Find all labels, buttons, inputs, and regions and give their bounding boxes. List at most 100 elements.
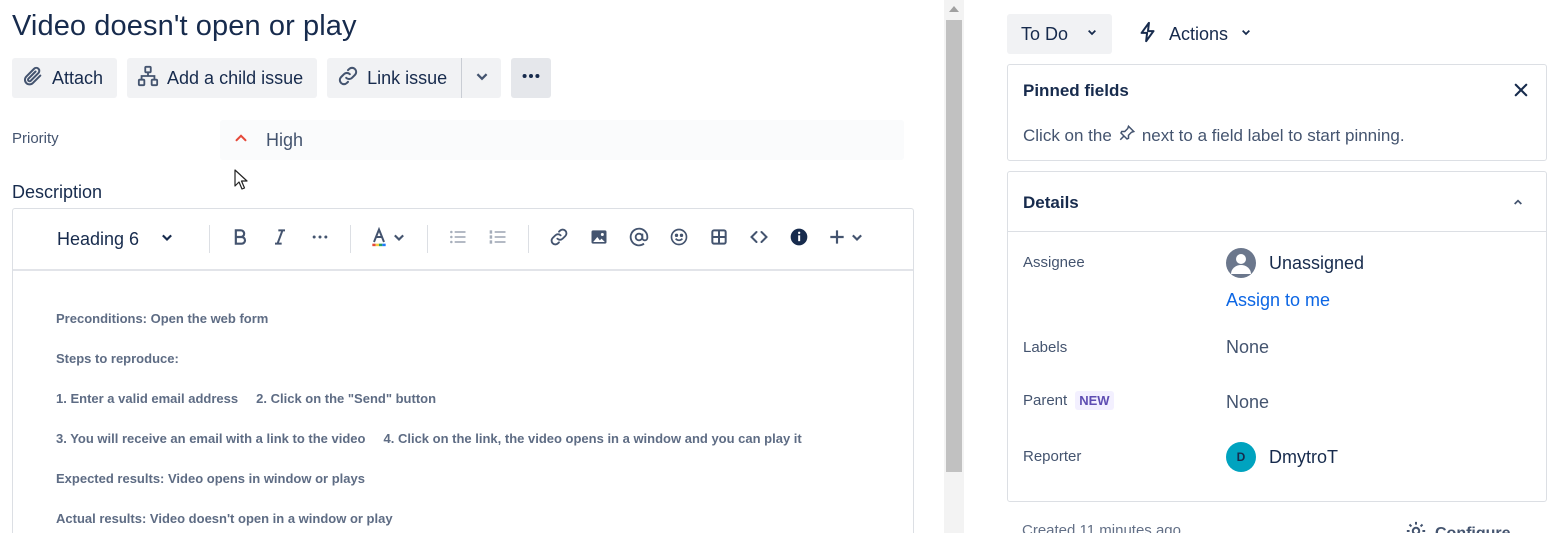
- link-issue-button[interactable]: Link issue: [327, 58, 462, 98]
- numbered-list-icon: [488, 227, 508, 252]
- link-issue-dropdown-button[interactable]: [461, 58, 502, 98]
- parent-value[interactable]: None: [1226, 392, 1269, 413]
- collapse-details-button[interactable]: [1510, 194, 1526, 215]
- actions-dropdown[interactable]: Actions: [1137, 14, 1254, 54]
- description-line: Steps to reproduce:: [56, 351, 179, 366]
- toolbar-divider: [209, 225, 210, 253]
- assign-to-me-link[interactable]: Assign to me: [1226, 290, 1330, 311]
- link-issue-split-button: Link issue: [327, 58, 502, 98]
- reporter-name: DmytroT: [1269, 446, 1338, 467]
- assignee-name: Unassigned: [1269, 252, 1365, 273]
- reporter-value[interactable]: D DmytroT: [1226, 442, 1338, 472]
- status-label: To Do: [1021, 23, 1069, 44]
- close-icon: [1512, 83, 1530, 103]
- unassigned-avatar-icon: [1226, 248, 1256, 278]
- description-line: 3. You will receive an email with a link…: [56, 431, 802, 446]
- labels-value[interactable]: None: [1226, 337, 1269, 358]
- insert-more-button[interactable]: [819, 223, 875, 255]
- scrollbar-thumb[interactable]: [946, 20, 962, 472]
- bold-icon: [230, 227, 250, 252]
- issue-title[interactable]: Video doesn't open or play: [12, 10, 357, 43]
- parent-label-text: Parent: [1023, 392, 1068, 409]
- emoji-icon: [669, 227, 689, 252]
- hierarchy-icon: [137, 65, 159, 92]
- italic-button[interactable]: [260, 223, 300, 255]
- chevron-down-icon: [471, 65, 493, 92]
- status-dropdown[interactable]: To Do: [1007, 14, 1112, 54]
- description-editor: Heading 6 Preconditions: Open the web fo…: [12, 208, 914, 533]
- bold-button[interactable]: [220, 223, 260, 255]
- description-content[interactable]: Preconditions: Open the web form Steps t…: [13, 271, 913, 533]
- toolbar-divider: [528, 225, 529, 253]
- details-panel: Details Assignee Unassigned Assign to me…: [1007, 171, 1547, 502]
- info-icon: [789, 227, 809, 252]
- description-line: 1. Enter a valid email address 2. Click …: [56, 391, 437, 406]
- attach-label: Attach: [52, 67, 104, 88]
- text-color-button[interactable]: [361, 223, 417, 255]
- more-actions-button[interactable]: [511, 58, 552, 98]
- parent-label: Parent NEW: [1023, 391, 1114, 410]
- pinned-fields-hint: Click on the next to a field label to st…: [1023, 124, 1405, 147]
- ellipsis-icon: [520, 65, 542, 92]
- insert-image-button[interactable]: [579, 223, 619, 255]
- issue-action-toolbar: Attach Add a child issue Link issue: [12, 58, 552, 98]
- description-line: Actual results: Video doesn't open in a …: [56, 511, 393, 526]
- emoji-button[interactable]: [659, 223, 699, 255]
- main-scrollbar[interactable]: [944, 0, 964, 533]
- reporter-avatar: D: [1226, 442, 1256, 472]
- gear-icon: [1405, 520, 1427, 533]
- insert-table-button[interactable]: [699, 223, 739, 255]
- code-icon: [749, 227, 769, 252]
- pinned-fields-title: Pinned fields: [1023, 81, 1129, 100]
- assignee-value[interactable]: Unassigned: [1226, 248, 1364, 278]
- add-child-issue-label: Add a child issue: [167, 67, 304, 88]
- heading-style-select[interactable]: Heading 6: [49, 223, 199, 255]
- pin-icon: [1118, 124, 1136, 147]
- description-line: Expected results: Video opens in window …: [56, 471, 365, 486]
- labels-label: Labels: [1023, 339, 1068, 356]
- attach-button[interactable]: Attach: [12, 58, 118, 98]
- link-icon: [337, 65, 359, 92]
- italic-icon: [270, 227, 290, 252]
- link-icon: [549, 227, 569, 252]
- at-sign-icon: [629, 227, 649, 252]
- info-panel-button[interactable]: [779, 223, 819, 255]
- issue-main-panel: Video doesn't open or play Attach Add a …: [0, 0, 944, 533]
- new-badge: NEW: [1075, 391, 1114, 410]
- mention-button[interactable]: [619, 223, 659, 255]
- toolbar-divider: [427, 225, 428, 253]
- mouse-pointer-icon: [234, 169, 248, 196]
- bullet-list-button[interactable]: [438, 223, 478, 255]
- details-title: Details: [1023, 193, 1079, 212]
- issue-sidebar: To Do Actions Pinned fields Click on the…: [1007, 0, 1547, 533]
- chevron-down-icon: [157, 227, 177, 252]
- chevron-down-icon: [1084, 24, 1100, 45]
- actions-label: Actions: [1169, 23, 1229, 44]
- plus-icon: [827, 227, 847, 252]
- pinned-fields-panel: Pinned fields Click on the next to a fie…: [1007, 64, 1547, 161]
- chevron-down-icon: [389, 227, 409, 252]
- editor-toolbar: Heading 6: [13, 209, 913, 271]
- more-formatting-button[interactable]: [300, 223, 340, 255]
- add-child-issue-button[interactable]: Add a child issue: [127, 58, 318, 98]
- details-divider: [1008, 231, 1546, 232]
- paperclip-icon: [22, 65, 44, 92]
- description-label: Description: [12, 182, 103, 202]
- code-block-button[interactable]: [739, 223, 779, 255]
- insert-link-button[interactable]: [539, 223, 579, 255]
- priority-value-text: High: [266, 129, 304, 150]
- numbered-list-button[interactable]: [478, 223, 518, 255]
- scroll-up-icon[interactable]: [949, 6, 959, 12]
- priority-field-value[interactable]: High: [220, 120, 904, 160]
- priority-high-icon: [232, 129, 250, 152]
- heading-style-value: Heading 6: [57, 228, 140, 249]
- image-icon: [589, 227, 609, 252]
- bullet-list-icon: [448, 227, 468, 252]
- close-pinned-fields-button[interactable]: [1512, 81, 1530, 104]
- link-issue-label: Link issue: [367, 67, 448, 88]
- text-color-icon: [369, 226, 389, 252]
- configure-button[interactable]: Configure: [1405, 520, 1511, 533]
- lightning-icon: [1137, 21, 1159, 48]
- ellipsis-icon: [310, 227, 330, 252]
- pinned-hint-after: next to a field label to start pinning.: [1141, 125, 1405, 145]
